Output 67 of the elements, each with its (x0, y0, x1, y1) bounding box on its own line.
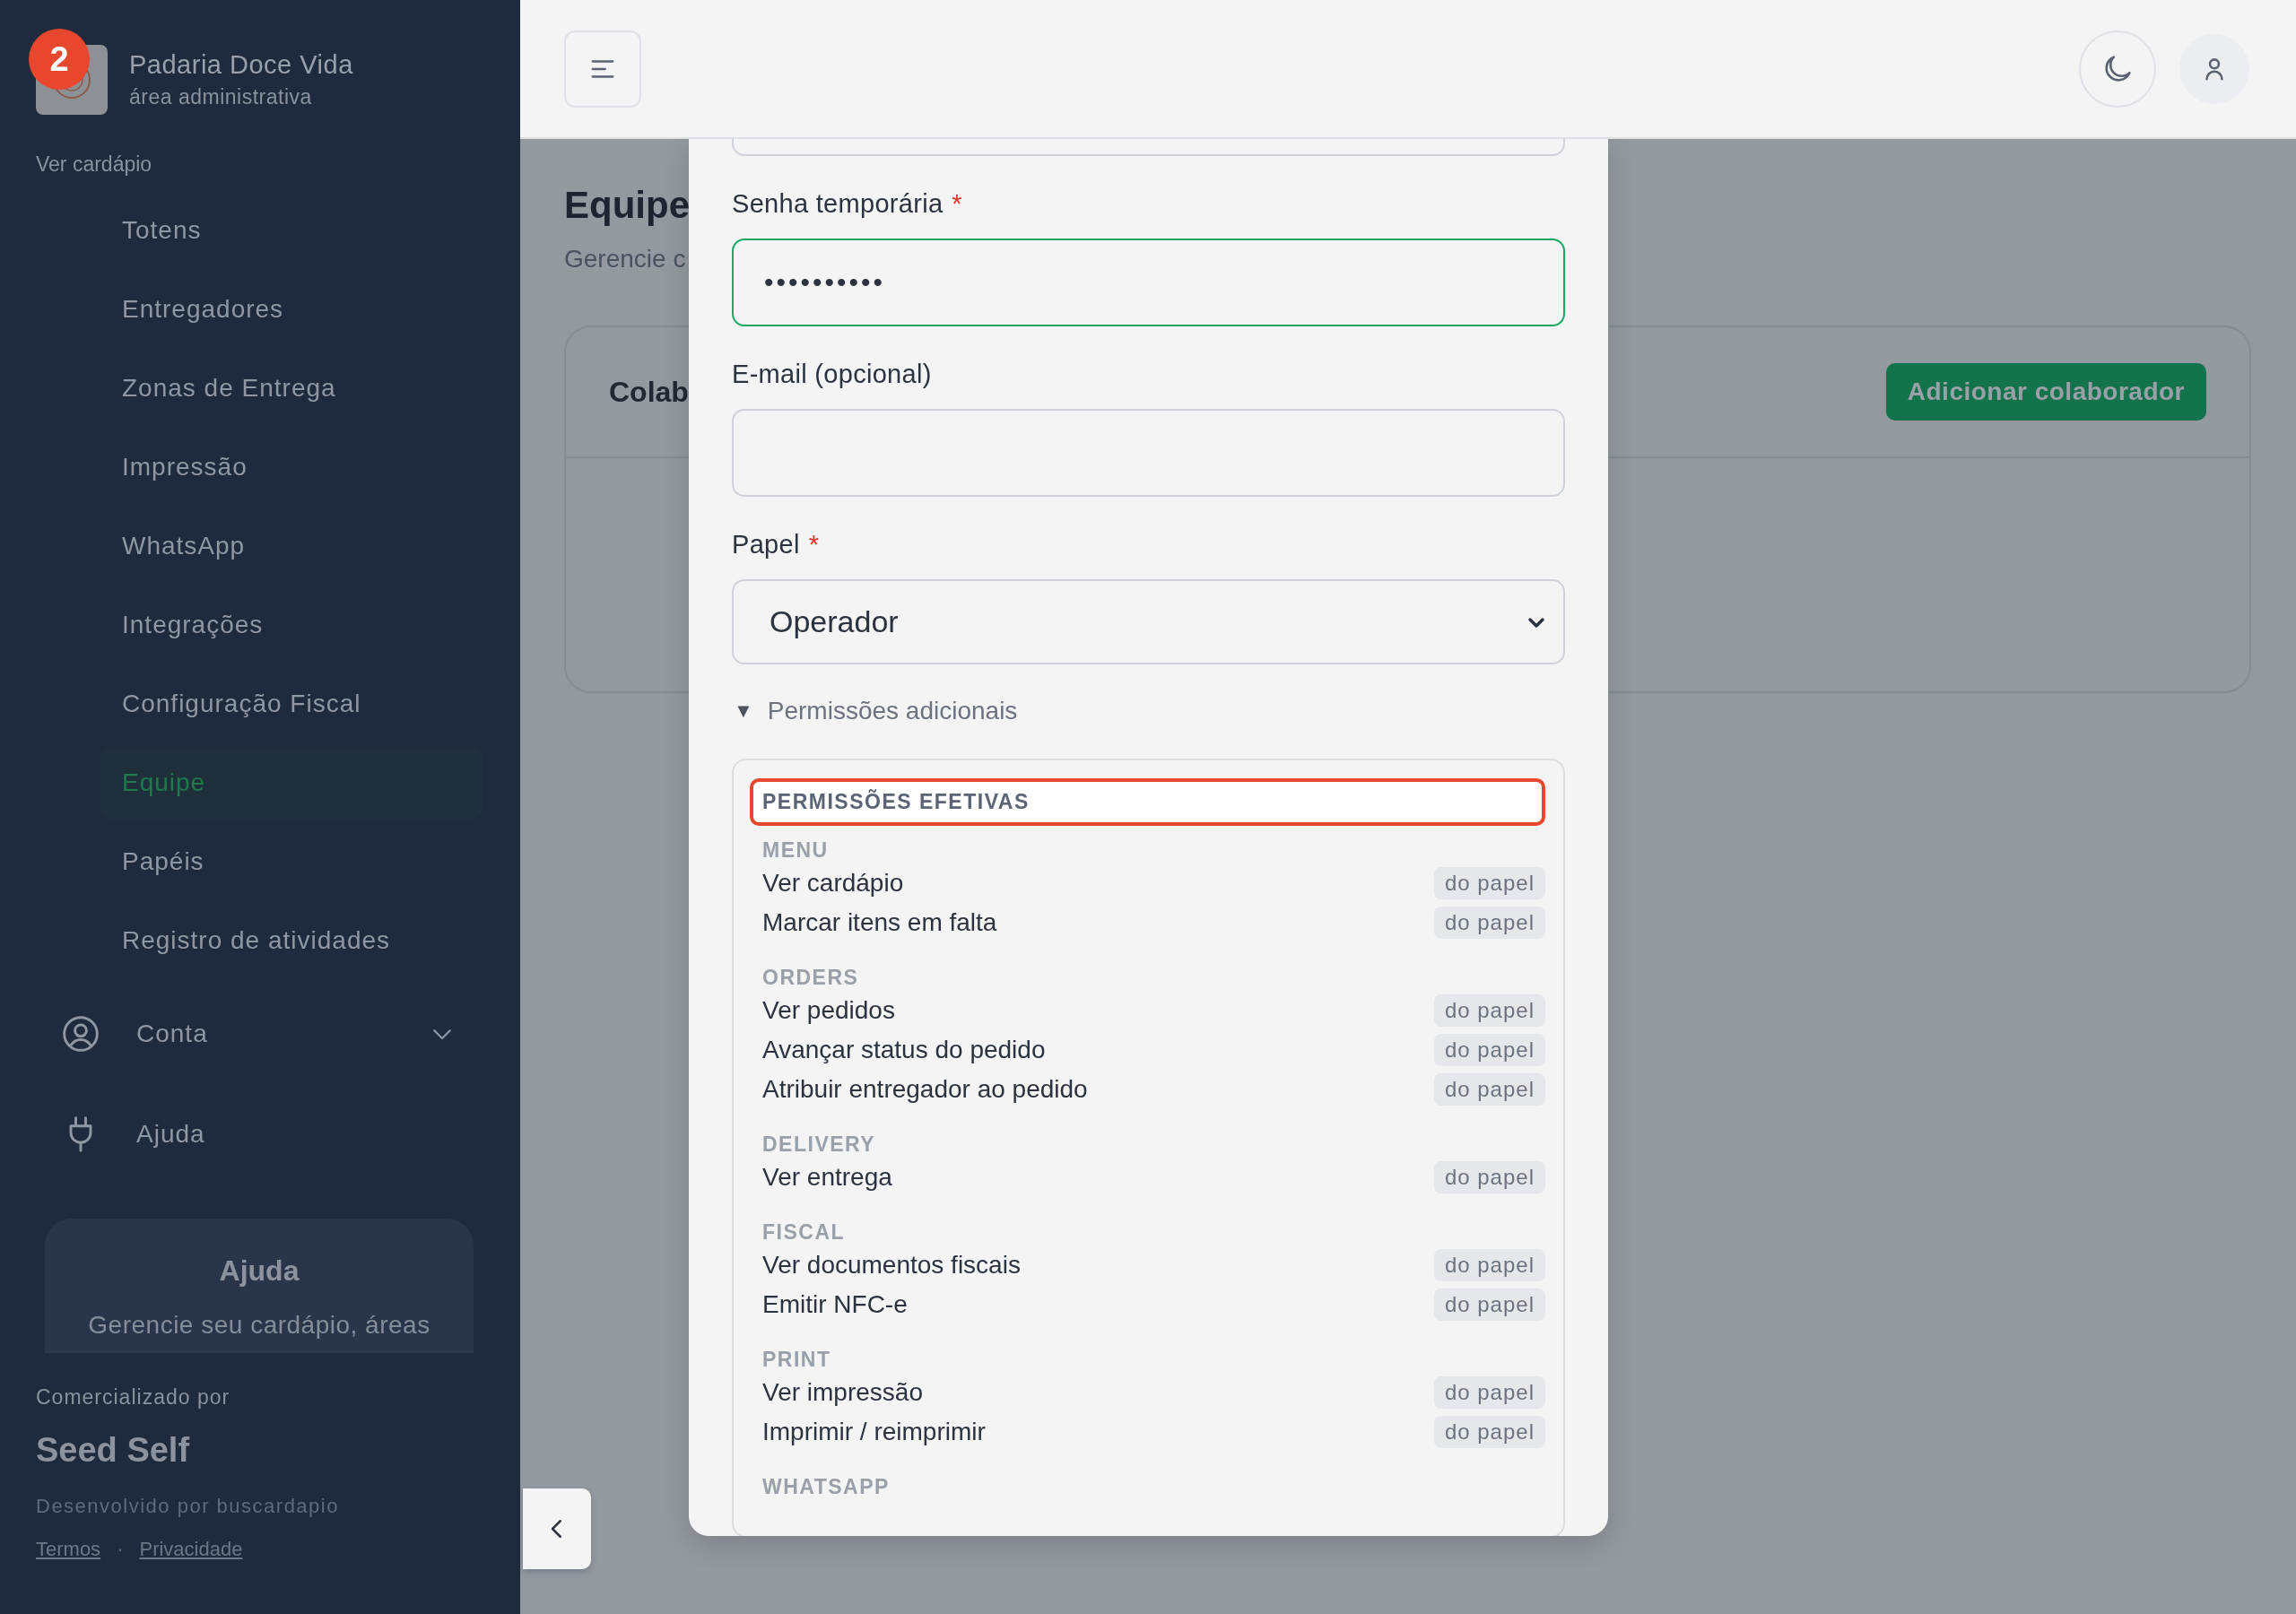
source-tag: do papel (1433, 1416, 1545, 1448)
permission-label: Ver entrega (762, 1163, 892, 1192)
brand-subtitle: área administrativa (129, 85, 313, 109)
sidebar-item[interactable]: Configuração Fiscal (100, 668, 483, 740)
source-tag: do papel (1433, 1289, 1545, 1321)
source-tag: do papel (1433, 1249, 1545, 1281)
group-heading: DELIVERY (761, 1131, 877, 1158)
footer-caption: Comercializado por (36, 1385, 231, 1410)
field-label: Papel (732, 529, 800, 560)
sidebar-item[interactable]: Registro de atividades (100, 905, 483, 976)
developer-credit: Desenvolvido por buscardapio (36, 1495, 340, 1518)
footer-link[interactable]: Privacidade (139, 1538, 243, 1561)
input-field[interactable] (732, 139, 1565, 156)
field-label: Senha temporária (732, 188, 944, 219)
permission-label: Emitir NFC-e (762, 1290, 908, 1319)
permissions-title: PERMISSÕES EFETIVAS (750, 778, 1545, 826)
permission-label: Ver pedidos (762, 996, 895, 1025)
vendor-brand: Seed Self (36, 1431, 191, 1470)
permissions-toggle[interactable]: ▼ Permissões adicionais (732, 693, 1018, 729)
input-field[interactable] (732, 409, 1565, 497)
permission-label: Avançar status do pedido (762, 1036, 1046, 1064)
menu-link[interactable]: Ver cardápio (36, 152, 152, 177)
required-mark: * (952, 188, 962, 219)
permission-label: Ver documentos fiscais (762, 1251, 1021, 1280)
source-tag: do papel (1433, 1161, 1545, 1193)
page-subtitle: Gerencie c (564, 245, 687, 273)
user-circle-icon (61, 1014, 100, 1054)
role-select[interactable]: Operador (732, 579, 1565, 664)
source-tag: do papel (1433, 907, 1545, 939)
source-tag: do papel (1433, 1034, 1545, 1066)
separator: · (117, 1538, 124, 1561)
card-title: Colab (609, 375, 689, 409)
sidebar-item[interactable]: Equipe (100, 747, 483, 819)
account-menu[interactable]: Conta (36, 998, 483, 1070)
source-tag: do papel (1433, 867, 1545, 899)
sidebar-item[interactable]: Zonas de Entrega (100, 352, 483, 424)
menu-button[interactable] (564, 30, 641, 108)
required-mark: * (808, 529, 820, 560)
help-text: Gerencie seu cardápio, áreas (88, 1311, 430, 1340)
group-heading: MENU (761, 837, 830, 863)
source-tag: do papel (1433, 1073, 1545, 1106)
brand-title: Padaria Doce Vida (129, 50, 353, 80)
permission-label: Marcar itens em falta (762, 908, 997, 937)
collapse-sidebar-button[interactable] (523, 1488, 591, 1569)
input-field[interactable]: •••••••••• (732, 239, 1565, 326)
group-heading: ORDERS (761, 964, 860, 991)
group-heading: FISCAL (761, 1219, 847, 1245)
source-tag: do papel (1433, 1376, 1545, 1409)
sidebar-item[interactable]: WhatsApp (100, 510, 483, 582)
help-link[interactable]: Ajuda (36, 1098, 483, 1170)
sidebar-item[interactable]: Entregadores (100, 273, 483, 345)
help-title: Ajuda (219, 1254, 300, 1288)
page-title: Equipe (564, 184, 690, 227)
field-label: E-mail (opcional) (732, 359, 932, 389)
sidebar-item[interactable]: Impressão (100, 431, 483, 503)
footer-link[interactable]: Termos (36, 1538, 101, 1561)
permission-label: Imprimir / reimprimir (762, 1418, 986, 1446)
group-heading: PRINT (761, 1346, 832, 1373)
sidebar-item[interactable]: Papéis (100, 826, 483, 898)
permission-label: Ver impressão (762, 1378, 923, 1407)
source-tag: do papel (1433, 994, 1545, 1027)
sidebar-item[interactable]: Integrações (100, 589, 483, 661)
sidebar-item[interactable]: Totens (100, 195, 483, 266)
group-heading: WHATSAPP (761, 1473, 891, 1500)
permission-label: Ver cardápio (762, 869, 904, 898)
permission-label: Atribuir entregador ao pedido (762, 1075, 1088, 1104)
step-badge: 2 (29, 29, 90, 90)
